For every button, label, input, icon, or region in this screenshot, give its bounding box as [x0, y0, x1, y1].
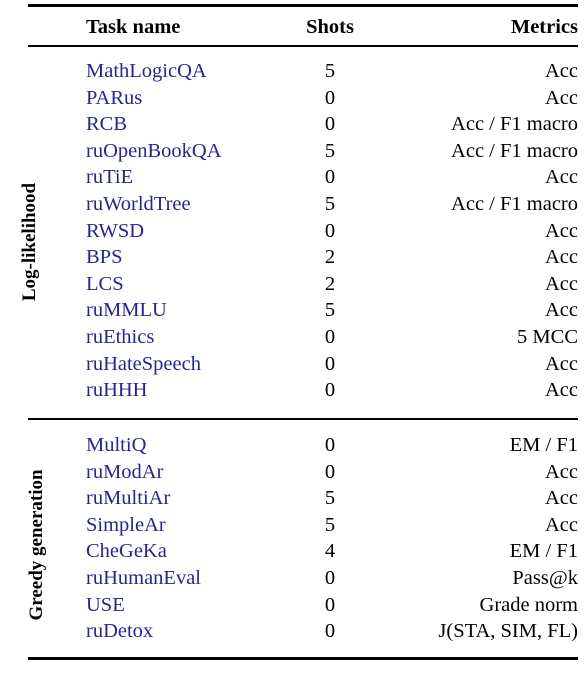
column-header-task-name: Task name — [86, 16, 181, 38]
cell-task-name: ruDetox — [86, 620, 154, 643]
cell-task-name: ruHumanEval — [86, 566, 201, 589]
table-group-divider-rule — [28, 418, 578, 420]
table-header-row: Task name Shots Metrics — [0, 12, 586, 42]
cell-metrics: Acc — [544, 352, 578, 375]
table-row: MathLogicQA 5 Acc — [0, 58, 586, 85]
cell-metrics: EM / F1 — [509, 434, 578, 456]
cell-metrics: Acc — [544, 460, 578, 483]
table-row: ruMMLU 5 Acc — [0, 297, 586, 324]
table-top-rule — [28, 4, 578, 7]
cell-task-name: ruHHH — [86, 379, 148, 402]
column-header-shots: Shots — [306, 16, 354, 38]
cell-task-name: SimpleAr — [86, 513, 166, 536]
cell-task-name: USE — [86, 593, 125, 616]
cell-task-name: RWSD — [86, 219, 145, 242]
table-header-rule — [28, 45, 578, 47]
table-row: LCS 2 Acc — [0, 271, 586, 298]
benchmark-tasks-table: Task name Shots Metrics Log-likelihood M… — [0, 0, 586, 692]
row-group-log-likelihood: MathLogicQA 5 Acc PARus 0 Acc RCB 0 Acc … — [0, 58, 586, 404]
table-row: SimpleAr 5 Acc — [0, 512, 586, 539]
table-row: USE 0 Grade norm — [0, 592, 586, 619]
cell-task-name: MathLogicQA — [86, 60, 207, 82]
cell-metrics: EM / F1 — [509, 540, 578, 563]
column-header-metrics: Metrics — [510, 16, 578, 38]
cell-metrics: Acc — [544, 487, 578, 510]
cell-metrics: Acc / F1 macro — [451, 113, 578, 136]
cell-metrics: J(STA, SIM, FL) — [438, 620, 578, 643]
cell-task-name: MultiQ — [86, 434, 147, 456]
table-row: CheGeKa 4 EM / F1 — [0, 538, 586, 565]
table-row: ruDetox 0 J(STA, SIM, FL) — [0, 618, 586, 645]
table-row: ruEthics 0 5 MCC — [0, 324, 586, 351]
cell-metrics: Acc — [544, 60, 578, 82]
cell-metrics: Acc — [544, 219, 578, 242]
table-row: ruHumanEval 0 Pass@k — [0, 565, 586, 592]
cell-task-name: ruEthics — [86, 325, 155, 348]
table-row: ruModAr 0 Acc — [0, 459, 586, 486]
cell-task-name: CheGeKa — [86, 540, 167, 563]
cell-task-name: ruTiE — [86, 166, 134, 189]
cell-metrics: 5 MCC — [517, 325, 578, 348]
cell-metrics: Pass@k — [512, 566, 578, 589]
cell-task-name: RCB — [86, 113, 128, 136]
cell-metrics: Acc — [544, 272, 578, 295]
cell-task-name: ruOpenBookQA — [86, 139, 222, 162]
cell-metrics: Acc / F1 macro — [451, 192, 578, 215]
table-row: ruOpenBookQA 5 Acc / F1 macro — [0, 138, 586, 165]
cell-metrics: Acc — [544, 86, 578, 109]
table-row: PARus 0 Acc — [0, 85, 586, 112]
cell-task-name: ruModAr — [86, 460, 164, 483]
table-row: ruHateSpeech 0 Acc — [0, 351, 586, 378]
cell-task-name: ruMultiAr — [86, 487, 171, 510]
table-row: ruWorldTree 5 Acc / F1 macro — [0, 191, 586, 218]
table-row: ruMultiAr 5 Acc — [0, 485, 586, 512]
cell-task-name: ruMMLU — [86, 299, 167, 322]
cell-task-name: PARus — [86, 86, 143, 109]
cell-metrics: Grade norm — [479, 593, 578, 616]
cell-task-name: ruHateSpeech — [86, 352, 201, 375]
cell-metrics: Acc — [544, 513, 578, 536]
table-row: ruTiE 0 Acc — [0, 164, 586, 191]
cell-task-name: LCS — [86, 272, 124, 295]
table-row: ruHHH 0 Acc — [0, 377, 586, 404]
table-row: MultiQ 0 EM / F1 — [0, 432, 586, 459]
cell-metrics: Acc — [544, 166, 578, 189]
cell-metrics: Acc — [544, 299, 578, 322]
table-row: RWSD 0 Acc — [0, 218, 586, 245]
table-row: BPS 2 Acc — [0, 244, 586, 271]
cell-metrics: Acc — [544, 246, 578, 269]
cell-metrics: Acc / F1 macro — [451, 139, 578, 162]
table-bottom-rule — [28, 657, 578, 660]
row-group-greedy-generation: MultiQ 0 EM / F1 ruModAr 0 Acc ruMultiAr… — [0, 432, 586, 645]
cell-task-name: BPS — [86, 246, 123, 269]
cell-metrics: Acc — [544, 379, 578, 402]
table-row: RCB 0 Acc / F1 macro — [0, 111, 586, 138]
cell-task-name: ruWorldTree — [86, 192, 191, 215]
